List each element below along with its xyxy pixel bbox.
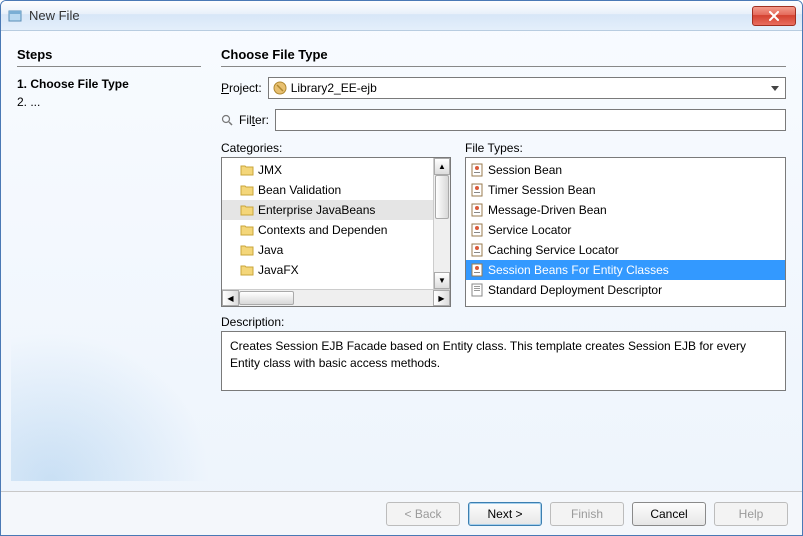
categories-hscrollbar[interactable]: ◀ ▶	[222, 289, 450, 306]
description-label: Description:	[221, 315, 786, 329]
scroll-track[interactable]	[239, 290, 433, 306]
main-heading: Choose File Type	[221, 47, 786, 67]
filetype-label: Service Locator	[488, 223, 571, 237]
file-icon	[470, 183, 484, 197]
category-item[interactable]: JMX	[222, 160, 433, 180]
folder-icon	[240, 264, 254, 276]
categories-label: Categories:	[221, 141, 451, 155]
steps-list: 1. Choose File Type2. ...	[17, 75, 201, 111]
filetype-label: Message-Driven Bean	[488, 203, 607, 217]
project-label: Project:	[221, 81, 262, 95]
scroll-thumb[interactable]	[239, 291, 294, 305]
filter-label: Filter:	[239, 113, 269, 127]
file-icon	[470, 283, 484, 297]
folder-icon	[240, 204, 254, 216]
file-icon	[470, 243, 484, 257]
folder-icon	[240, 184, 254, 196]
filetypes-label: File Types:	[465, 141, 786, 155]
categories-vscrollbar[interactable]: ▲ ▼	[433, 158, 450, 289]
next-button[interactable]: Next >	[468, 502, 542, 526]
help-button[interactable]: Help	[714, 502, 788, 526]
scroll-left-button[interactable]: ◀	[222, 290, 239, 306]
titlebar[interactable]: New File	[1, 1, 802, 31]
filter-row: Filter:	[221, 109, 786, 131]
file-icon	[470, 163, 484, 177]
content-area: Steps 1. Choose File Type2. ... Choose F…	[1, 31, 802, 491]
project-select[interactable]: Library2_EE-ejb	[268, 77, 786, 99]
filetype-item[interactable]: Message-Driven Bean	[466, 200, 785, 220]
folder-icon	[240, 224, 254, 236]
scroll-down-button[interactable]: ▼	[434, 272, 450, 289]
close-button[interactable]	[752, 6, 796, 26]
project-icon	[273, 81, 287, 95]
main-panel: Choose File Type Project: Library2_EE-ej…	[211, 41, 792, 481]
back-button[interactable]: < Back	[386, 502, 460, 526]
category-label: JavaFX	[258, 263, 299, 277]
folder-icon	[240, 244, 254, 256]
file-icon	[470, 263, 484, 277]
filetype-label: Session Beans For Entity Classes	[488, 263, 669, 277]
categories-listbox[interactable]: JMX Bean Validation Enterprise JavaBeans Co…	[221, 157, 451, 307]
filetypes-list: Session Bean Timer Session Bean Message-Dr…	[466, 158, 785, 302]
project-row: Project: Library2_EE-ejb	[221, 77, 786, 99]
category-item[interactable]: Java	[222, 240, 433, 260]
cancel-button[interactable]: Cancel	[632, 502, 706, 526]
app-icon	[7, 8, 23, 24]
wizard-window: New File Steps 1. Choose File Type2. ...…	[0, 0, 803, 536]
category-item[interactable]: Enterprise JavaBeans	[222, 200, 433, 220]
category-item[interactable]: Bean Validation	[222, 180, 433, 200]
description-text: Creates Session EJB Facade based on Enti…	[230, 339, 746, 370]
filetype-item[interactable]: Caching Service Locator	[466, 240, 785, 260]
window-title: New File	[29, 8, 752, 23]
steps-panel: Steps 1. Choose File Type2. ...	[11, 41, 211, 481]
scroll-track[interactable]	[434, 175, 450, 272]
scroll-up-button[interactable]: ▲	[434, 158, 450, 175]
step-item: 2. ...	[17, 93, 201, 111]
close-icon	[768, 11, 780, 21]
categories-list: JMX Bean Validation Enterprise JavaBeans Co…	[222, 158, 433, 282]
categories-column: Categories: JMX Bean Validation Enterprise…	[221, 141, 451, 307]
category-label: JMX	[258, 163, 282, 177]
scroll-thumb[interactable]	[435, 175, 449, 219]
steps-heading: Steps	[17, 47, 201, 67]
scroll-right-button[interactable]: ▶	[433, 290, 450, 306]
category-label: Java	[258, 243, 283, 257]
filetype-item[interactable]: Service Locator	[466, 220, 785, 240]
category-item[interactable]: Contexts and Dependen	[222, 220, 433, 240]
filetype-item[interactable]: Timer Session Bean	[466, 180, 785, 200]
search-icon	[221, 114, 233, 126]
filetype-item[interactable]: Standard Deployment Descriptor	[466, 280, 785, 300]
filetype-item[interactable]: Session Bean	[466, 160, 785, 180]
lists-row: Categories: JMX Bean Validation Enterprise…	[221, 141, 786, 307]
category-item[interactable]: JavaFX	[222, 260, 433, 280]
file-icon	[470, 203, 484, 217]
folder-icon	[240, 164, 254, 176]
category-label: Enterprise JavaBeans	[258, 203, 375, 217]
file-icon	[470, 223, 484, 237]
filetypes-listbox[interactable]: Session Bean Timer Session Bean Message-Dr…	[465, 157, 786, 307]
button-bar: < Back Next > Finish Cancel Help	[1, 491, 802, 535]
filetype-label: Session Bean	[488, 163, 562, 177]
step-item: 1. Choose File Type	[17, 75, 201, 93]
filter-input[interactable]	[275, 109, 786, 131]
filetype-label: Caching Service Locator	[488, 243, 619, 257]
project-value: Library2_EE-ejb	[291, 81, 377, 95]
filetype-item[interactable]: Session Beans For Entity Classes	[466, 260, 785, 280]
category-label: Contexts and Dependen	[258, 223, 387, 237]
dropdown-arrow-icon	[767, 80, 783, 96]
filetype-label: Timer Session Bean	[488, 183, 596, 197]
description-box: Creates Session EJB Facade based on Enti…	[221, 331, 786, 391]
filetype-label: Standard Deployment Descriptor	[488, 283, 662, 297]
category-label: Bean Validation	[258, 183, 341, 197]
filetypes-column: File Types: Session Bean Timer Session Be…	[465, 141, 786, 307]
finish-button[interactable]: Finish	[550, 502, 624, 526]
